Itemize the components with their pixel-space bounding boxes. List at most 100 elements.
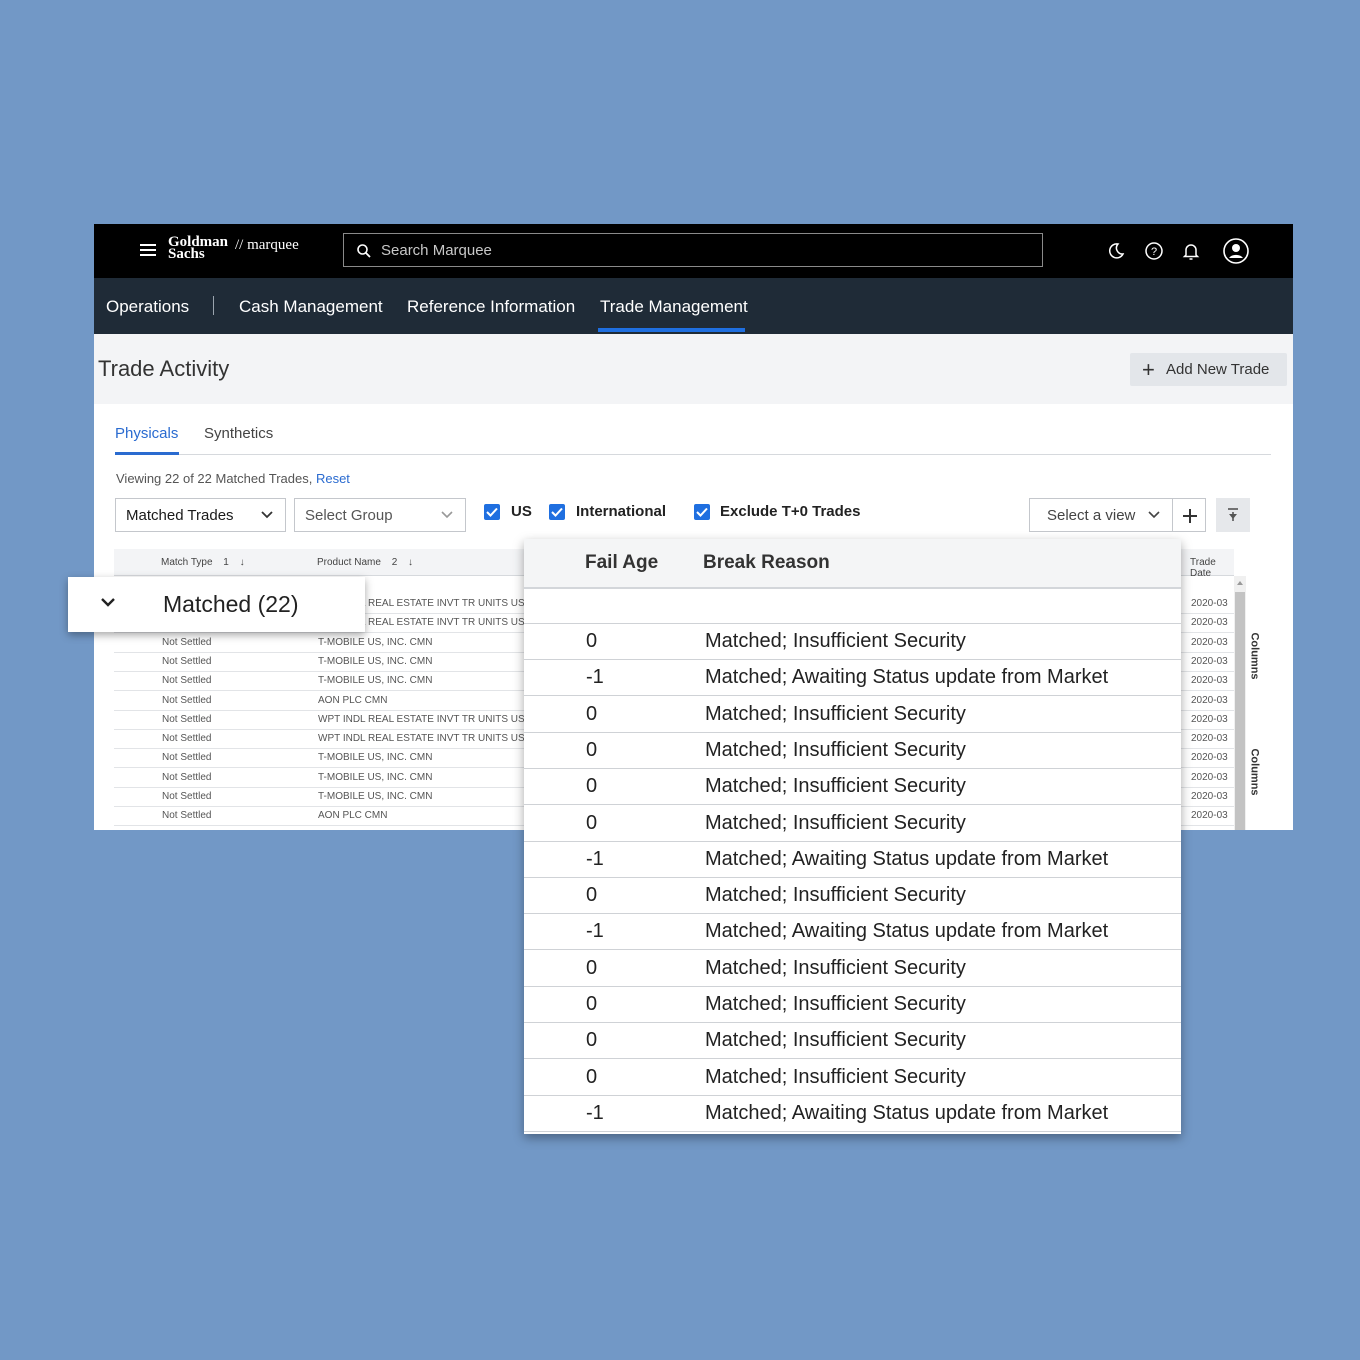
product-name-cell: AON PLC CMN xyxy=(318,810,388,822)
break-row[interactable]: 0 Matched; Insufficient Security xyxy=(524,878,1181,915)
chevron-down-icon xyxy=(441,511,453,519)
add-new-trade-button[interactable]: + Add New Trade xyxy=(1130,353,1287,386)
marquee-logo: // marquee xyxy=(235,237,299,253)
break-reason-cell: Matched; Insufficient Security xyxy=(705,738,966,761)
viewing-text: Viewing 22 of 22 Matched Trades, xyxy=(116,471,313,486)
break-row[interactable]: 0 Matched; Insufficient Security xyxy=(524,1023,1181,1060)
break-reason-cell: Matched; Insufficient Security xyxy=(705,1065,966,1088)
help-icon[interactable]: ? xyxy=(1143,240,1165,262)
break-reason-cell: Matched; Insufficient Security xyxy=(705,1029,966,1052)
trade-date-cell: 2020-03 xyxy=(1191,810,1228,822)
break-reason-cell: Matched; Insufficient Security xyxy=(705,775,966,798)
break-row[interactable]: 0 Matched; Insufficient Security xyxy=(524,733,1181,769)
product-name-cell: T-MOBILE US, INC. CMN xyxy=(318,655,433,667)
exclude-t0-checkbox-label: Exclude T+0 Trades xyxy=(720,503,861,520)
nav-reference-information[interactable]: Reference Information xyxy=(407,297,575,317)
reset-link[interactable]: Reset xyxy=(316,471,350,486)
break-row[interactable]: 0 Matched; Insufficient Security xyxy=(524,697,1181,733)
view-select[interactable]: Select a view xyxy=(1029,498,1173,532)
search-icon xyxy=(357,244,371,258)
search-input[interactable]: Search Marquee xyxy=(343,233,1043,267)
scrollbar-thumb[interactable] xyxy=(1235,592,1245,830)
break-row[interactable]: 0 Matched; Insufficient Security xyxy=(524,624,1181,660)
columns-panel-toggle-2[interactable]: Columns xyxy=(1249,740,1269,810)
us-checkbox[interactable] xyxy=(484,504,500,520)
trades-type-select[interactable]: Matched Trades xyxy=(115,498,286,532)
break-row[interactable]: -1 Matched; Awaiting Status update from M… xyxy=(524,842,1181,878)
grid-scrollbar[interactable] xyxy=(1234,576,1246,830)
trade-date-cell: 2020-03 xyxy=(1191,675,1228,687)
sort-arrow-icon: ↓ xyxy=(408,557,414,568)
break-reason-cell: Matched; Awaiting Status update from Mar… xyxy=(705,1101,1109,1124)
group-select-placeholder: Select Group xyxy=(305,507,393,524)
break-reason-cell: Matched; Insufficient Security xyxy=(705,630,966,652)
nav-cash-management[interactable]: Cash Management xyxy=(239,297,383,317)
checkmark-icon xyxy=(486,507,498,517)
nav-trade-management[interactable]: Trade Management xyxy=(600,297,748,317)
break-row[interactable]: -1 Matched; Awaiting Status update from M… xyxy=(524,1096,1181,1132)
tab-physicals[interactable]: Physicals xyxy=(115,425,178,442)
download-button[interactable] xyxy=(1216,498,1250,532)
columns-panel-toggle[interactable]: Columns xyxy=(1249,624,1269,694)
fail-age-cell: 0 xyxy=(586,702,598,725)
nav-divider xyxy=(213,296,214,315)
product-name-cell: T-MOBILE US, INC. CMN xyxy=(318,752,433,764)
user-icon[interactable] xyxy=(1222,237,1250,265)
match-status-cell: Not Settled xyxy=(162,791,212,802)
product-name-cell: T-MOBILE US, INC. CMN xyxy=(318,675,433,687)
menu-icon[interactable] xyxy=(140,244,156,258)
nav-active-indicator xyxy=(598,328,745,332)
svg-text:?: ? xyxy=(1151,246,1157,258)
search-placeholder: Search Marquee xyxy=(381,242,492,259)
chevron-down-icon xyxy=(101,598,115,607)
trade-date-cell: 2020-03 xyxy=(1191,617,1228,629)
trade-date-cell: 2020-03 xyxy=(1191,791,1228,802)
trade-date-cell: 2020-03 xyxy=(1191,655,1228,667)
break-row[interactable]: 0 Matched; Insufficient Security xyxy=(524,806,1181,842)
break-row[interactable]: 0 Matched; Insufficient Security xyxy=(524,769,1181,806)
add-view-button[interactable] xyxy=(1172,498,1206,532)
fail-age-cell: 0 xyxy=(586,993,598,1015)
break-row[interactable]: 0 Matched; Insufficient Security xyxy=(524,987,1181,1023)
fail-age-cell: 0 xyxy=(586,1029,598,1052)
break-reason-header[interactable]: Break Reason xyxy=(703,552,830,574)
page-title: Trade Activity xyxy=(98,356,230,381)
group-select[interactable]: Select Group xyxy=(294,498,466,532)
moon-icon[interactable] xyxy=(1105,240,1127,262)
break-row[interactable]: 0 Matched; Insufficient Security xyxy=(524,1060,1181,1096)
scroll-up-icon xyxy=(1237,581,1243,585)
chevron-down-icon xyxy=(1148,511,1160,519)
nav-operations[interactable]: Operations xyxy=(106,297,189,317)
bell-icon[interactable] xyxy=(1180,240,1202,262)
match-type-header[interactable]: Match Type 1 ↓ xyxy=(161,557,245,568)
tab-synthetics[interactable]: Synthetics xyxy=(204,425,273,442)
fail-age-cell: 0 xyxy=(586,738,598,761)
break-row[interactable]: -1 Matched; Awaiting Status update from M… xyxy=(524,914,1181,951)
exclude-t0-checkbox[interactable] xyxy=(694,504,710,520)
international-checkbox[interactable] xyxy=(549,504,565,520)
fail-age-cell: -1 xyxy=(586,666,604,689)
sort-arrow-icon: ↓ xyxy=(239,557,245,568)
product-name-cell: T-MOBILE US, INC. CMN xyxy=(318,791,433,802)
break-reason-cell: Matched; Insufficient Security xyxy=(705,702,966,725)
fail-age-cell: 0 xyxy=(586,1065,598,1088)
match-status-cell: Not Settled xyxy=(162,636,212,648)
product-name-header[interactable]: Product Name 2 ↓ xyxy=(317,557,413,568)
fail-age-break-reason-panel: Fail Age Break Reason 0 Matched; Insuffic… xyxy=(524,539,1181,1134)
break-reason-cell: Matched; Insufficient Security xyxy=(705,811,966,834)
checkmark-icon xyxy=(551,507,563,517)
checkmark-icon xyxy=(696,507,708,517)
panel-header: Fail Age Break Reason xyxy=(524,539,1181,589)
matched-group-row[interactable]: Matched (22) xyxy=(68,577,365,632)
group-spacer-row xyxy=(524,589,1181,624)
match-status-cell: Not Settled xyxy=(162,810,212,822)
break-row[interactable]: 0 Matched; Insufficient Security xyxy=(524,951,1181,987)
view-select-value: Select a view xyxy=(1047,507,1136,524)
trade-date-cell: 2020-03 xyxy=(1191,752,1228,764)
match-status-cell: Not Settled xyxy=(162,713,212,725)
product-name-sort-order: 2 xyxy=(391,557,398,568)
break-row[interactable]: -1 Matched; Awaiting Status update from M… xyxy=(524,660,1181,697)
trade-date-header[interactable]: Trade Date xyxy=(1190,557,1234,579)
fail-age-header[interactable]: Fail Age xyxy=(585,552,658,574)
trades-type-value: Matched Trades xyxy=(126,507,234,524)
